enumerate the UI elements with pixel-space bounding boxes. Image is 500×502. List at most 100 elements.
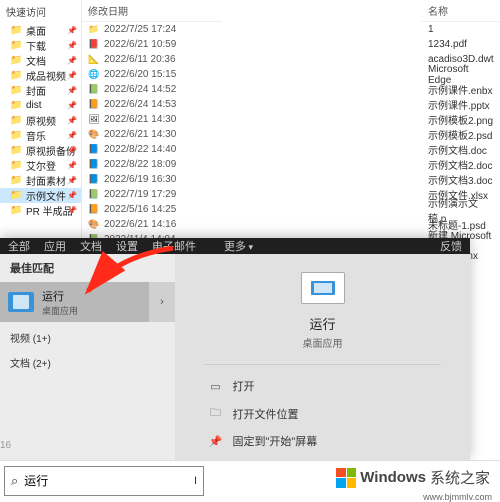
watermark-brand: Windows [360,469,426,486]
search-tab[interactable]: 全部 [8,241,30,253]
nav-item[interactable]: PR 半成品📌 [0,203,81,218]
col-name-header[interactable]: 名称 [422,0,500,22]
nav-item[interactable]: 原视频📌 [0,113,81,128]
file-row-date[interactable]: 📐2022/6/11 20:36 [82,52,222,67]
file-date: 2022/7/19 17:29 [104,189,176,200]
file-name: 示例文档2.doc [428,157,492,172]
file-row-name[interactable]: 1234.pdf [422,37,500,52]
nav-item[interactable]: 文档📌 [0,53,81,68]
file-row-name[interactable]: 示例演示文稿.p [422,202,500,217]
file-row-date[interactable]: 🎨2022/6/21 14:16 [82,217,222,232]
taskbar-search-box[interactable]: ⌕ I [4,466,204,496]
nav-item[interactable]: 音乐📌 [0,128,81,143]
file-date: 2022/6/21 14:16 [104,219,176,230]
file-type-icon: 📘 [88,159,100,171]
file-row-date[interactable]: 🎨2022/6/21 14:30 [82,127,222,142]
file-row-date[interactable]: 📘 2022/8/22 18:09 [82,157,222,172]
file-row-date[interactable]: 📙2022/5/16 14:25 [82,202,222,217]
file-row-name[interactable]: 示例课件.pptx [422,97,500,112]
file-explorer: 快速访问 桌面📌下载📌文档📌成品视频📌封面📌dist📌原视频📌音乐📌原视损备份📌… [0,0,500,260]
file-row-name[interactable]: 示例文档2.doc [422,157,500,172]
file-row-date[interactable]: 🌐2022/6/20 15:15 [82,67,222,82]
nav-item[interactable]: 示例文件📌 [0,188,81,203]
file-row-name[interactable]: 示例模板2.psd [422,127,500,142]
match-title: 运行 [42,288,78,304]
search-results-list: 最佳匹配 运行 桌面应用 › 视频 (1+)文档 (2+) [0,254,175,480]
pin-icon: 📌 [67,131,77,140]
nav-item[interactable]: 下载📌 [0,38,81,53]
file-date: 2022/6/24 14:52 [104,84,176,95]
watermark: Windows 系统之家 [332,465,494,490]
file-row-date[interactable]: 📘2022/6/19 16:30 [82,172,222,187]
file-date: 2022/8/22 14:40 [104,144,176,155]
search-tab[interactable]: 文档 [80,241,102,253]
pin-icon: 📌 [67,176,77,185]
nav-item[interactable]: 原视损备份📌 [0,143,81,158]
nav-item[interactable]: dist📌 [0,98,81,113]
file-type-icon: 🌐 [88,69,100,81]
pin-icon: 📌 [67,146,77,155]
file-row-date[interactable]: 📕2022/6/21 10:59 [82,37,222,52]
folder-icon [10,85,22,97]
file-row-name[interactable]: 示例文档.doc [422,142,500,157]
file-type-icon: 📁 [88,24,100,36]
nav-item[interactable]: 封面📌 [0,83,81,98]
file-row-date[interactable]: 📁 2022/7/25 17:24 [82,22,222,37]
folder-icon [10,145,22,157]
search-tab[interactable]: 设置 [116,241,138,253]
tab-more[interactable]: 更多 [224,238,253,254]
result-group-header[interactable]: 文档 (2+) [0,347,175,372]
file-row-name[interactable]: 示例模板2.png [422,112,500,127]
file-name: 示例文档.doc [428,142,487,157]
preview-action[interactable]: ▭打开 [205,373,441,399]
watermark-url: www.bjmmlv.com [423,492,492,502]
file-type-icon: 📘 [88,174,100,186]
file-name: 示例模板2.psd [428,127,492,142]
file-row-name[interactable]: 示例文档3.doc [422,172,500,187]
file-row-name[interactable]: 示例课件.enbx [422,82,500,97]
nav-label: dist [26,100,42,111]
expand-arrow-button[interactable]: › [149,282,175,322]
file-row-name[interactable]: Microsoft Edge [422,67,500,82]
feedback-link[interactable]: 反馈 [440,238,462,254]
preview-action[interactable]: 🗀打开文件位置 [205,399,441,428]
folder-icon [10,160,22,172]
file-row-date[interactable]: 📗 2022/6/24 14:52 [82,82,222,97]
nav-label: 文档 [26,53,46,68]
start-search-panel: 全部 应用 文档 设置 电子邮件 更多 反馈 最佳匹配 运行 桌面应用 › 视频 (1+… [0,238,470,460]
file-row-date[interactable]: 📘 2022/8/22 14:40 [82,142,222,157]
file-row-date[interactable]: 📗2022/7/19 17:29 [82,187,222,202]
search-tab[interactable]: 电子邮件 [152,241,196,253]
folder-icon [10,40,22,52]
folder-icon [10,55,22,67]
nav-label: 示例文件 [26,188,66,203]
file-date: 2022/6/21 14:30 [104,114,176,125]
search-tab[interactable]: 应用 [44,241,66,253]
file-name: 示例课件.enbx [428,82,492,97]
action-label: 固定到"开始"屏幕 [233,433,318,449]
nav-item[interactable]: 封面素材📌 [0,173,81,188]
nav-item[interactable]: 艾尔登📌 [0,158,81,173]
file-type-icon: 📗 [88,84,100,96]
file-date: 2022/7/25 17:24 [104,24,176,35]
file-row-date[interactable]: 🖼2022/6/21 14:30 [82,112,222,127]
nav-item[interactable]: 成品视频📌 [0,68,81,83]
file-type-icon: 📐 [88,54,100,66]
search-input[interactable] [24,474,188,488]
search-icon: ⌕ [11,473,18,489]
file-date: 2022/8/22 18:09 [104,159,176,170]
divider [205,364,441,365]
col-date-header[interactable]: 修改日期 [82,0,222,22]
file-name: 示例模板2.png [428,112,493,127]
file-type-icon: 📘 [88,144,100,156]
result-group-header[interactable]: 视频 (1+) [0,322,175,347]
file-row-date[interactable]: 📙2022/6/24 14:53 [82,97,222,112]
best-match-header: 最佳匹配 [0,254,175,282]
folder-icon [10,25,22,37]
preview-action[interactable]: 📌固定到"开始"屏幕 [205,428,441,454]
folder-icon [10,70,22,82]
best-match-item-run[interactable]: 运行 桌面应用 › [0,282,175,322]
file-row-name[interactable]: 1 [422,22,500,37]
nav-item[interactable]: 桌面📌 [0,23,81,38]
folder-icon [10,115,22,127]
